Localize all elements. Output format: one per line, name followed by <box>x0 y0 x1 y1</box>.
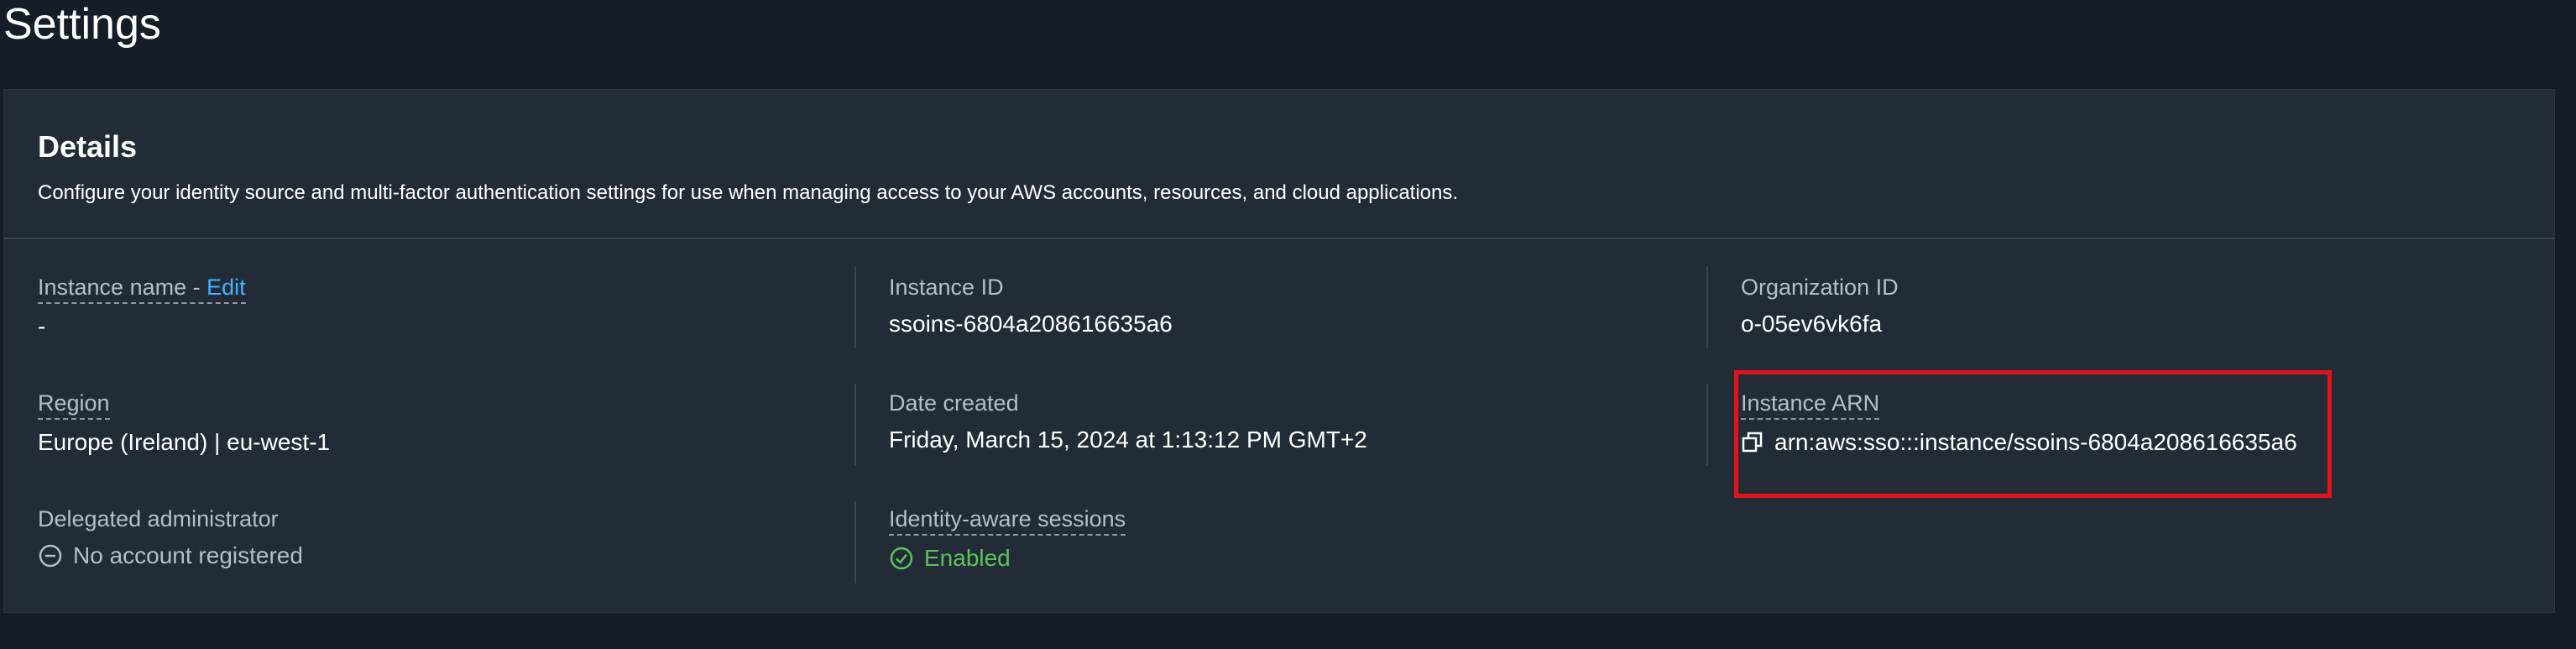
delegated-admin-label: Delegated administrator <box>38 506 279 531</box>
organization-id-value: o-05ev6vk6fa <box>1741 311 1883 337</box>
region-label: Region <box>38 389 110 420</box>
date-created-field: Date created Friday, March 15, 2024 at 1… <box>889 389 1367 454</box>
instance-name-label: Instance name - Edit <box>38 273 246 304</box>
column-divider <box>1706 384 1708 466</box>
delegated-admin-text: No account registered <box>73 542 303 568</box>
minus-circle-icon <box>38 543 63 568</box>
delegated-admin-field: Delegated administrator No account regis… <box>38 505 303 570</box>
identity-sessions-field: Identity-aware sessions Enabled <box>889 505 1126 573</box>
column-divider <box>1706 266 1708 348</box>
column-divider <box>854 266 856 348</box>
identity-sessions-value: Enabled <box>889 544 1126 573</box>
column-divider <box>854 501 856 584</box>
date-created-value: Friday, March 15, 2024 at 1:13:12 PM GMT… <box>889 427 1367 453</box>
region-field: Region Europe (Ireland) | eu-west-1 <box>38 389 330 457</box>
details-panel: Details Configure your identity source a… <box>3 89 2555 613</box>
date-created-label: Date created <box>889 390 1019 416</box>
instance-id-field: Instance ID ssoins-6804a208616635a6 <box>889 273 1173 338</box>
instance-id-value: ssoins-6804a208616635a6 <box>889 311 1173 337</box>
organization-id-label: Organization ID <box>1741 275 1899 300</box>
check-circle-icon <box>889 546 914 571</box>
organization-id-field: Organization ID o-05ev6vk6fa <box>1741 273 1899 338</box>
page-title: Settings <box>3 0 161 49</box>
instance-name-value: - <box>38 313 46 339</box>
instance-name-field: Instance name - Edit - <box>38 273 246 341</box>
instance-id-label: Instance ID <box>889 275 1004 300</box>
details-description: Configure your identity source and multi… <box>38 181 1459 204</box>
identity-sessions-label: Identity-aware sessions <box>889 505 1126 536</box>
details-header: Details Configure your identity source a… <box>4 90 2554 239</box>
highlight-box <box>1734 370 2332 498</box>
edit-instance-name-link[interactable]: Edit <box>206 275 246 300</box>
region-value: Europe (Ireland) | eu-west-1 <box>38 429 331 455</box>
details-title: Details <box>38 129 138 164</box>
column-divider <box>854 384 856 466</box>
delegated-admin-value: No account registered <box>38 542 303 570</box>
identity-sessions-text: Enabled <box>924 545 1011 571</box>
